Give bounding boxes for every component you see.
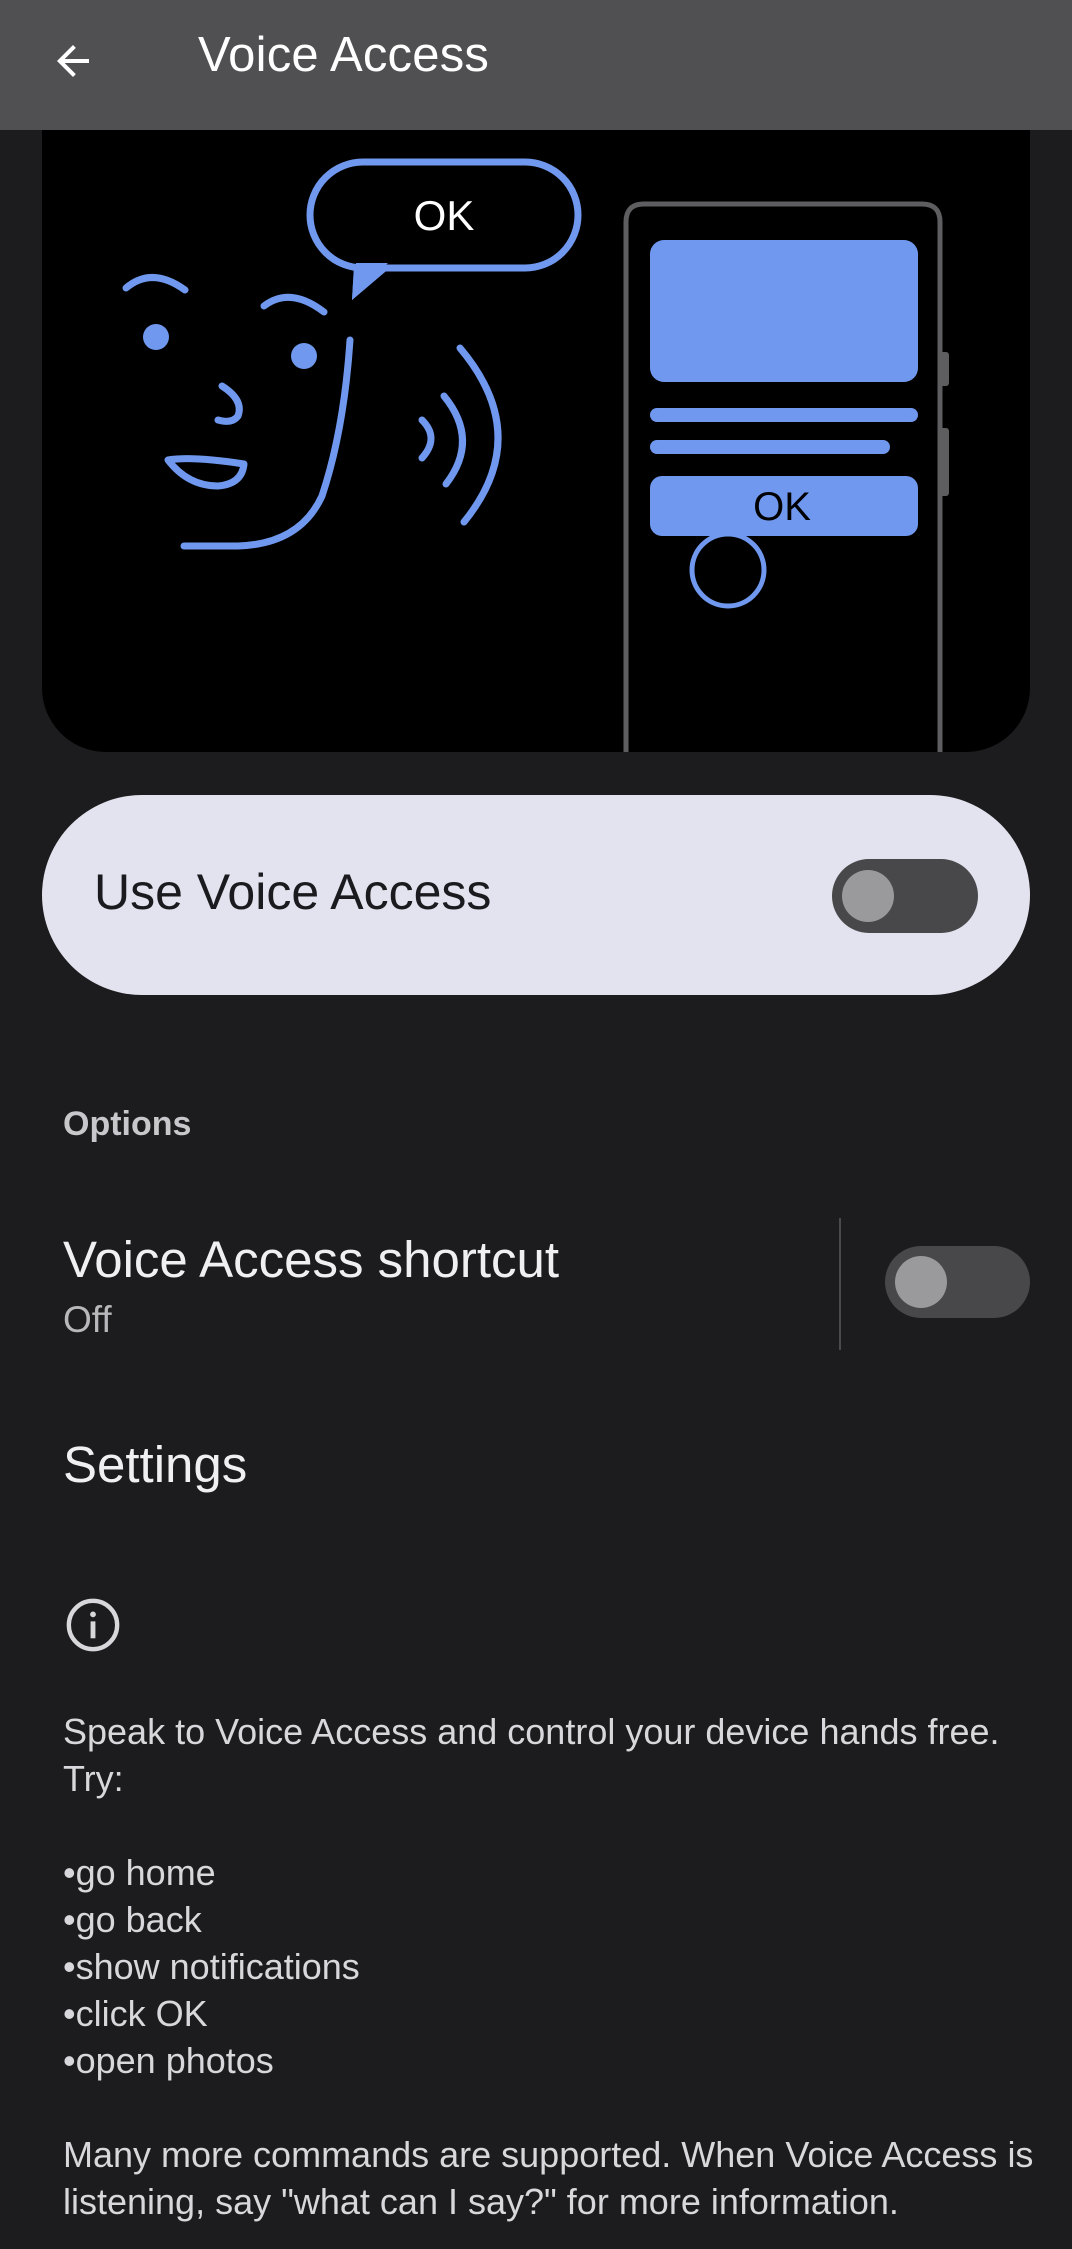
info-icon	[66, 1598, 120, 1652]
example-command: go home	[63, 1849, 1043, 1896]
voice-access-description: Speak to Voice Access and control your d…	[63, 1708, 1043, 2225]
example-command: click OK	[63, 1990, 1043, 2037]
switch-thumb	[895, 1256, 947, 1308]
example-command: show notifications	[63, 1943, 1043, 1990]
voice-access-illustration: OK OK	[42, 130, 1030, 752]
use-voice-access-toggle-card[interactable]: Use Voice Access	[42, 795, 1030, 995]
vertical-divider	[839, 1218, 841, 1350]
voice-access-shortcut-row: Voice Access shortcut Off	[0, 1200, 1072, 1360]
back-button[interactable]	[38, 26, 108, 96]
options-section-header: Options	[63, 1105, 192, 1143]
use-voice-access-switch[interactable]	[832, 859, 978, 933]
example-command: open photos	[63, 2037, 1043, 2084]
example-commands-list: go home go back show notifications click…	[63, 1849, 1043, 2084]
description-footer: Many more commands are supported. When V…	[63, 2134, 1034, 2222]
voice-access-shortcut-switch[interactable]	[885, 1246, 1030, 1318]
description-intro: Speak to Voice Access and control your d…	[63, 1711, 1000, 1799]
shortcut-status: Off	[63, 1299, 112, 1340]
arrow-left-icon	[57, 45, 89, 77]
app-bar: Voice Access	[0, 0, 1072, 130]
page-title: Voice Access	[198, 28, 490, 82]
shortcut-title: Voice Access shortcut	[63, 1231, 560, 1288]
example-command: go back	[63, 1896, 1043, 1943]
phone-drawing: OK	[623, 201, 949, 752]
use-voice-access-label: Use Voice Access	[94, 864, 492, 920]
phone-ok-button-text: OK	[753, 485, 811, 529]
switch-thumb	[842, 870, 894, 922]
voice-access-shortcut-item[interactable]: Voice Access shortcut Off	[63, 1230, 559, 1341]
settings-item[interactable]: Settings	[63, 1435, 247, 1494]
speech-bubble-text: OK	[414, 192, 475, 239]
